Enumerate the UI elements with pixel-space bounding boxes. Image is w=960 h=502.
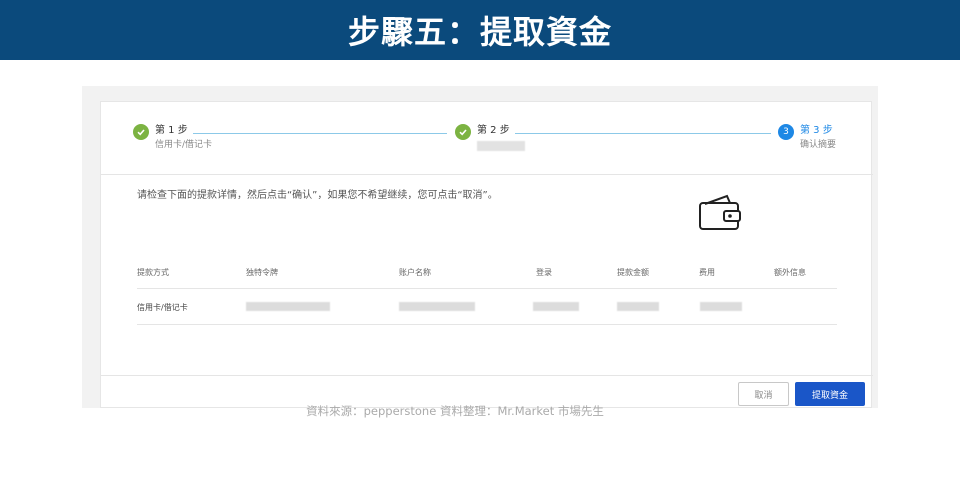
row-method: 信用卡/借记卡 [137, 303, 188, 312]
header-extra-info: 额外信息 [774, 268, 806, 277]
step-connector [193, 133, 447, 134]
source-caption: 資料來源：pepperstone 資料整理：Mr.Market 市場先生 [306, 404, 604, 418]
stepper: 第 1 步 信用卡/借记卡 第 2 步 3 第 3 步 确认摘要 [101, 102, 873, 175]
header-method: 提款方式 [137, 268, 169, 277]
footer-divider [101, 375, 873, 376]
check-icon [455, 124, 471, 140]
step-3-subtitle: 确认摘要 [800, 140, 837, 150]
header-amount: 提款金额 [617, 268, 649, 277]
row-fee-redacted [700, 302, 742, 311]
title-banner: 步驟五：提取資金 [0, 0, 960, 60]
header-login: 登录 [536, 268, 552, 277]
step-3-title: 第 3 步 [800, 125, 833, 136]
row-account-redacted [399, 302, 475, 311]
step-3[interactable]: 3 第 3 步 确认摘要 [778, 124, 836, 152]
step-2-subtitle-redacted [477, 141, 525, 151]
step-1-subtitle: 信用卡/借记卡 [155, 140, 213, 150]
banner-title: 步驟五：提取資金 [347, 13, 612, 51]
row-token-redacted [246, 302, 330, 311]
instruction-text: 请检查下面的提款详情，然后点击“确认”，如果您不希望继续，您可点击“取消”。 [137, 190, 498, 201]
row-amount-redacted [617, 302, 659, 311]
row-login-redacted [533, 302, 579, 311]
header-account-name: 账户名称 [399, 268, 431, 277]
step-2-title: 第 2 步 [477, 125, 510, 136]
table-header: 提款方式 独特令牌 账户名称 登录 提款金额 费用 额外信息 [137, 267, 837, 289]
wallet-icon [699, 194, 741, 230]
step-2[interactable]: 第 2 步 [455, 124, 525, 151]
step-connector [515, 133, 771, 134]
step-1[interactable]: 第 1 步 信用卡/借记卡 [133, 124, 212, 152]
check-icon [133, 124, 149, 140]
table-row: 信用卡/借记卡 [137, 290, 837, 325]
header-token: 独特令牌 [246, 268, 278, 277]
header-fee: 费用 [699, 268, 715, 277]
step-1-title: 第 1 步 [155, 125, 188, 136]
step-3-number-icon: 3 [778, 124, 794, 140]
withdrawal-panel: 第 1 步 信用卡/借记卡 第 2 步 3 第 3 步 确认摘要 请检查下面的提… [100, 101, 873, 408]
